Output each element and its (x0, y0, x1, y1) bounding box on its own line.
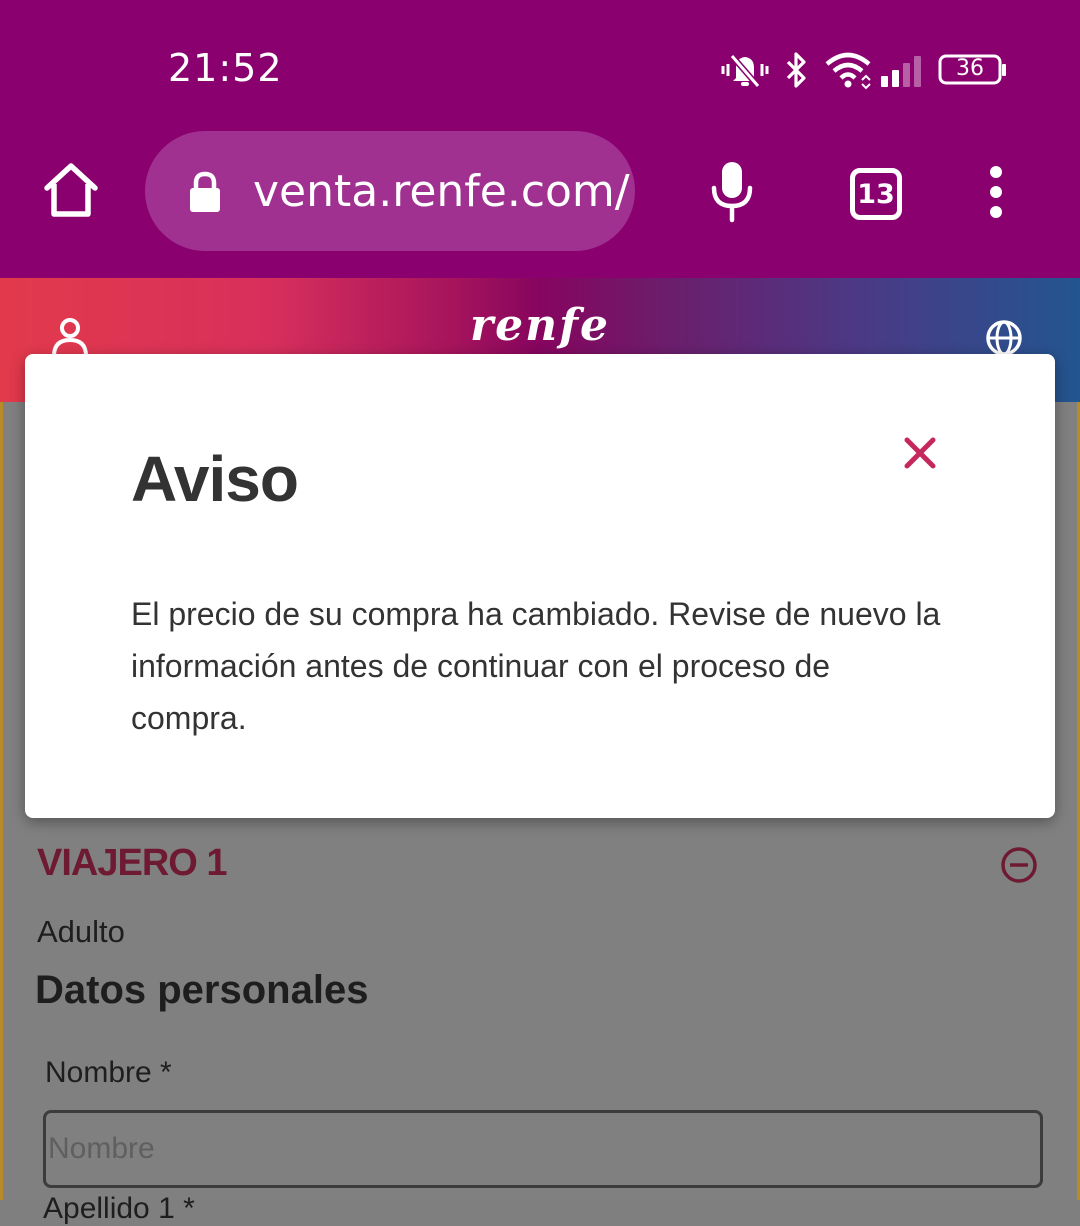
globe-icon[interactable] (984, 318, 1024, 358)
renfe-logo[interactable]: renfe (0, 300, 1080, 351)
tabs-button[interactable]: 13 (850, 168, 902, 220)
bluetooth-icon (786, 52, 806, 88)
surname-field-label: Apellido 1 * (43, 1192, 195, 1225)
traveler-type: Adulto (37, 914, 125, 949)
traveler-title: VIAJERO 1 (37, 842, 228, 884)
section-title: Datos personales (35, 968, 369, 1012)
close-icon[interactable] (899, 432, 941, 474)
wifi-icon (825, 52, 871, 90)
notice-modal: Aviso El precio de su compra ha cambiado… (25, 354, 1055, 818)
browser-toolbar: venta.renfe.com/ 13 (0, 130, 1080, 278)
home-icon[interactable] (42, 160, 100, 218)
status-icons: 36 (718, 46, 1018, 92)
status-time: 21:52 (168, 46, 283, 90)
address-bar[interactable]: venta.renfe.com/ (145, 131, 635, 251)
battery-level: 36 (956, 56, 984, 81)
more-icon[interactable] (984, 166, 1008, 218)
modal-title: Aviso (131, 443, 299, 515)
signal-icon (881, 56, 921, 87)
lock-icon (190, 171, 220, 212)
modal-message: El precio de su compra ha cambiado. Revi… (131, 596, 941, 736)
mute-notifications-icon (721, 54, 769, 88)
url-text: venta.renfe.com/ (253, 166, 630, 217)
name-input[interactable] (43, 1110, 1043, 1188)
mic-icon[interactable] (708, 160, 756, 224)
name-field-label: Nombre * (45, 1056, 172, 1089)
tab-count: 13 (857, 178, 895, 210)
collapse-icon[interactable] (1000, 846, 1038, 884)
status-bar: 21:52 36 (0, 0, 1080, 130)
